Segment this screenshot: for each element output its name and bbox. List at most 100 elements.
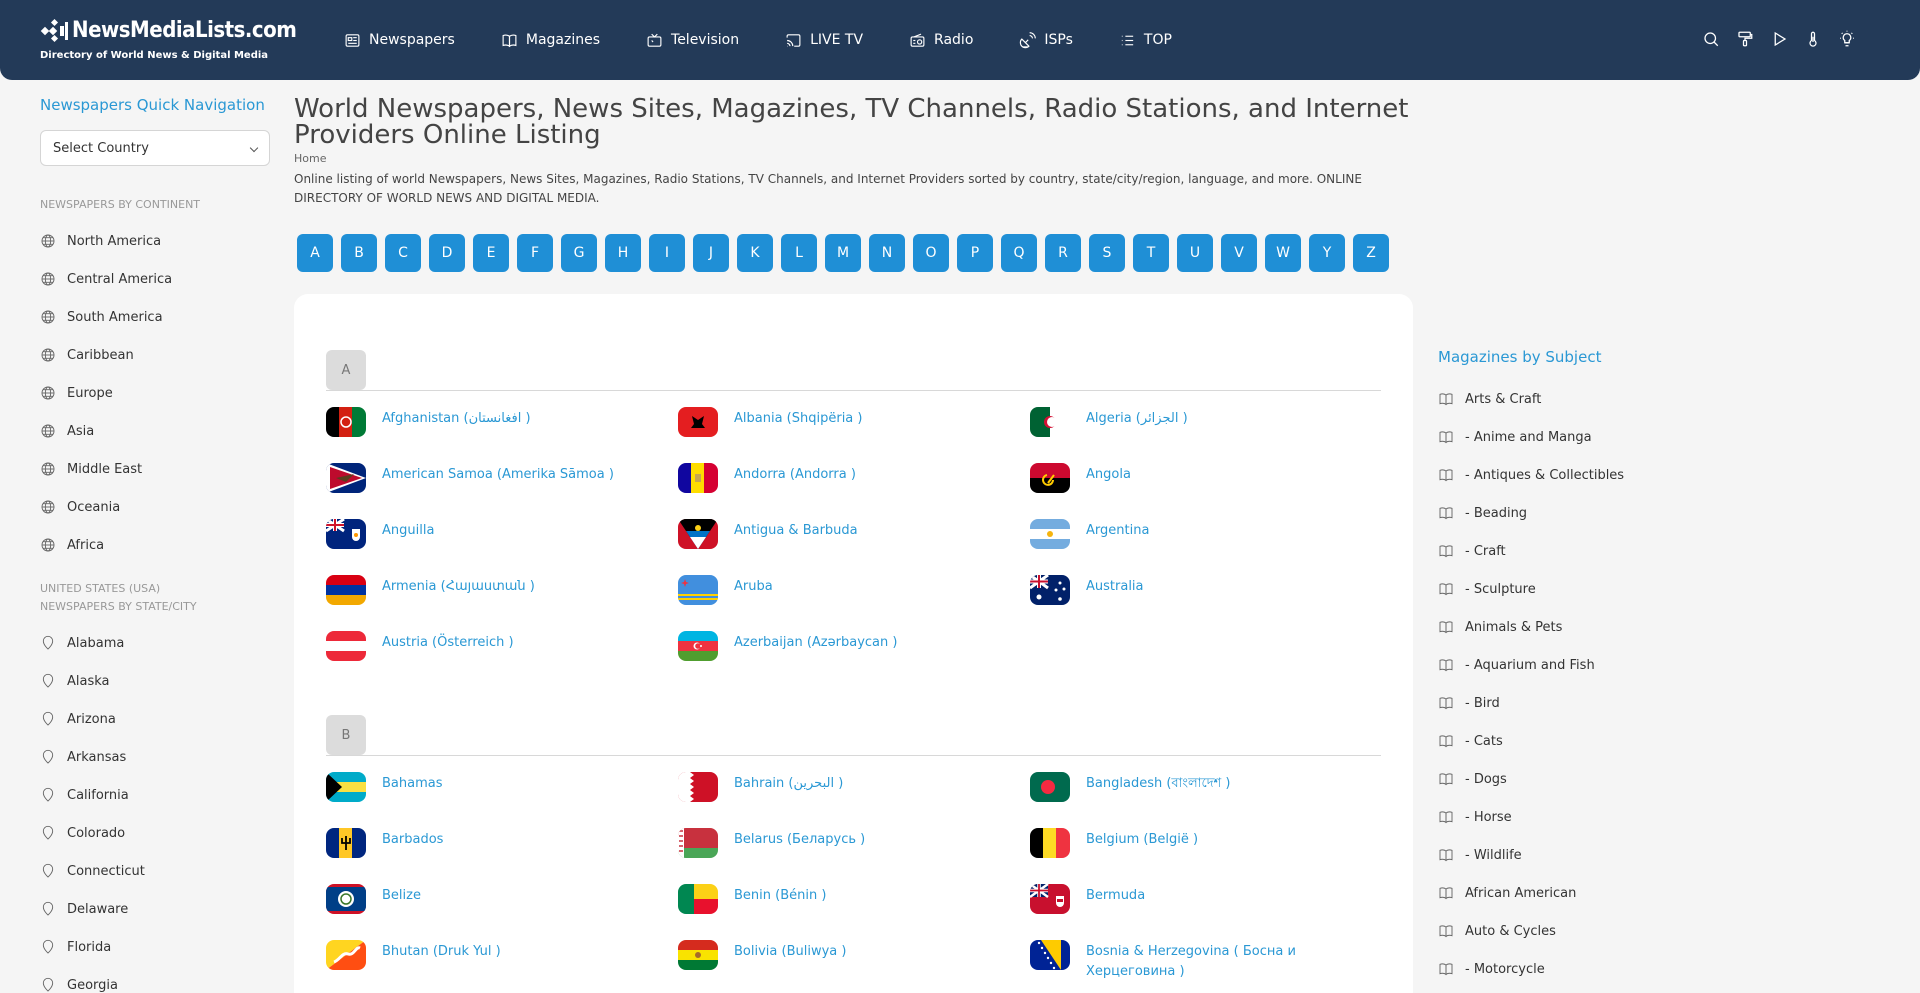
state-link[interactable]: Delaware — [40, 890, 270, 928]
country-link[interactable]: Belize — [326, 884, 678, 940]
state-link[interactable]: California — [40, 776, 270, 814]
country-link[interactable]: Austria (Österreich ) — [326, 631, 678, 687]
letter-button[interactable]: P — [957, 234, 993, 272]
letter-button[interactable]: D — [429, 234, 465, 272]
continent-link[interactable]: Middle East — [40, 450, 270, 488]
country-link[interactable]: Albania (Shqipëria ) — [678, 407, 1030, 463]
country-link[interactable]: Bolivia (Buliwya ) — [678, 940, 1030, 993]
letter-button[interactable]: K — [737, 234, 773, 272]
letter-button[interactable]: Z — [1353, 234, 1389, 272]
letter-button[interactable]: C — [385, 234, 421, 272]
nav-newspapers[interactable]: Newspapers — [344, 32, 455, 49]
country-link[interactable]: Australia — [1030, 575, 1381, 631]
letter-button[interactable]: V — [1221, 234, 1257, 272]
state-link[interactable]: Alaska — [40, 662, 270, 700]
subject-link[interactable]: - Anime and Manga — [1438, 418, 1898, 456]
letter-button[interactable]: N — [869, 234, 905, 272]
nav-live-tv[interactable]: LIVE TV — [785, 32, 863, 49]
dark-mode-button[interactable] — [1838, 30, 1858, 50]
play-button[interactable] — [1770, 30, 1790, 50]
letter-button[interactable]: H — [605, 234, 641, 272]
letter-button[interactable]: M — [825, 234, 861, 272]
subject-link[interactable]: - Antiques & Collectibles — [1438, 456, 1898, 494]
country-link[interactable]: Bermuda — [1030, 884, 1381, 940]
country-link[interactable]: Aruba — [678, 575, 1030, 631]
country-link[interactable]: Andorra (Andorra ) — [678, 463, 1030, 519]
country-link[interactable]: Anguilla — [326, 519, 678, 575]
state-link[interactable]: Arkansas — [40, 738, 270, 776]
country-link[interactable]: Belarus (Беларусь ) — [678, 828, 1030, 884]
state-link[interactable]: Connecticut — [40, 852, 270, 890]
letter-button[interactable]: F — [517, 234, 553, 272]
state-link[interactable]: Alabama — [40, 624, 270, 662]
country-link[interactable]: Angola — [1030, 463, 1381, 519]
subject-link[interactable]: - Craft — [1438, 532, 1898, 570]
thermometer-button[interactable] — [1804, 30, 1824, 50]
letter-button[interactable]: T — [1133, 234, 1169, 272]
country-link[interactable]: American Samoa (Amerika Sāmoa ) — [326, 463, 678, 519]
subject-link[interactable]: - Motorcycle — [1438, 950, 1898, 988]
letter-button[interactable]: I — [649, 234, 685, 272]
state-link[interactable]: Arizona — [40, 700, 270, 738]
state-link[interactable]: Georgia — [40, 966, 270, 993]
letter-button[interactable]: G — [561, 234, 597, 272]
country-link[interactable]: Argentina — [1030, 519, 1381, 575]
country-link[interactable]: Belgium (België ) — [1030, 828, 1381, 884]
country-link[interactable]: Bahamas — [326, 772, 678, 828]
nav-top[interactable]: TOP — [1119, 32, 1172, 49]
country-link[interactable]: Benin (Bénin ) — [678, 884, 1030, 940]
continent-link[interactable]: Oceania — [40, 488, 270, 526]
letter-button[interactable]: O — [913, 234, 949, 272]
continent-link[interactable]: Central America — [40, 260, 270, 298]
letter-button[interactable]: J — [693, 234, 729, 272]
continent-link[interactable]: Asia — [40, 412, 270, 450]
country-link[interactable]: Algeria (الجزائر ) — [1030, 407, 1381, 463]
letter-button[interactable]: Y — [1309, 234, 1345, 272]
country-select[interactable]: Select Country — [40, 130, 270, 166]
country-link[interactable]: Antigua & Barbuda — [678, 519, 1030, 575]
letter-button[interactable]: A — [297, 234, 333, 272]
theme-customizer-button[interactable] — [1736, 30, 1756, 50]
country-link[interactable]: Bahrain (البحرين ) — [678, 772, 1030, 828]
country-link[interactable]: Armenia (Հայաստան ) — [326, 575, 678, 631]
nav-isps[interactable]: ISPs — [1019, 31, 1073, 49]
letter-button[interactable]: W — [1265, 234, 1301, 272]
subject-link[interactable]: - Wildlife — [1438, 836, 1898, 874]
subject-link[interactable]: Animals & Pets — [1438, 608, 1898, 646]
letter-button[interactable]: R — [1045, 234, 1081, 272]
nav-radio[interactable]: Radio — [909, 32, 973, 49]
continent-link[interactable]: Europe — [40, 374, 270, 412]
continent-link[interactable]: North America — [40, 222, 270, 260]
letter-button[interactable]: Q — [1001, 234, 1037, 272]
breadcrumb-home[interactable]: Home — [294, 152, 326, 165]
letter-button[interactable]: L — [781, 234, 817, 272]
subject-link[interactable]: - Bird — [1438, 684, 1898, 722]
letter-button[interactable]: U — [1177, 234, 1213, 272]
country-link[interactable]: Bosnia & Herzegovina ( Босна и Херцегови… — [1030, 940, 1381, 993]
country-link[interactable]: Bangladesh (বাংলাদেশ ) — [1030, 772, 1381, 828]
nav-magazines[interactable]: Magazines — [501, 32, 600, 49]
search-button[interactable] — [1702, 30, 1722, 50]
subject-link[interactable]: - Beading — [1438, 494, 1898, 532]
country-link[interactable]: Azerbaijan (Azərbaycan ) — [678, 631, 1030, 687]
continent-link[interactable]: South America — [40, 298, 270, 336]
continent-link[interactable]: Africa — [40, 526, 270, 564]
subject-link[interactable]: - Sculpture — [1438, 570, 1898, 608]
subject-link[interactable]: Auto & Cycles — [1438, 912, 1898, 950]
country-link[interactable]: Barbados — [326, 828, 678, 884]
subject-link[interactable]: Arts & Craft — [1438, 380, 1898, 418]
nav-television[interactable]: Television — [646, 32, 739, 49]
country-link[interactable]: Bhutan (Druk Yul ) — [326, 940, 678, 993]
country-link[interactable]: Afghanistan (افغانستان ) — [326, 407, 678, 463]
letter-button[interactable]: E — [473, 234, 509, 272]
letter-button[interactable]: B — [341, 234, 377, 272]
continent-link[interactable]: Caribbean — [40, 336, 270, 374]
subject-link[interactable]: African American — [1438, 874, 1898, 912]
subject-link[interactable]: - Dogs — [1438, 760, 1898, 798]
state-link[interactable]: Florida — [40, 928, 270, 966]
letter-button[interactable]: S — [1089, 234, 1125, 272]
state-link[interactable]: Colorado — [40, 814, 270, 852]
subject-link[interactable]: - Horse — [1438, 798, 1898, 836]
subject-link[interactable]: - Aquarium and Fish — [1438, 646, 1898, 684]
subject-link[interactable]: - Cats — [1438, 722, 1898, 760]
